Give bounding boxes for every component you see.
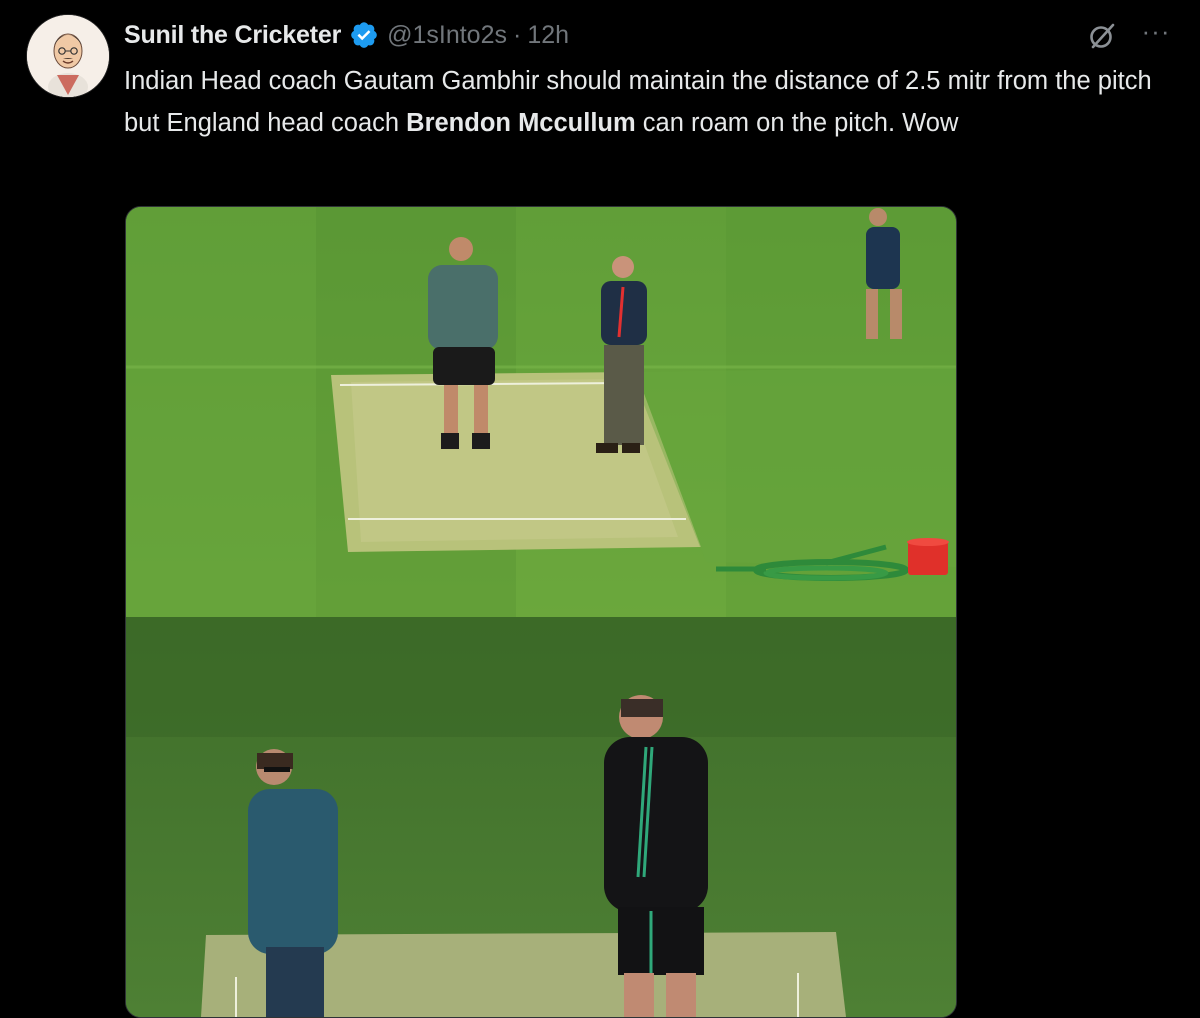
photo-bottom[interactable] (126, 617, 956, 1017)
timestamp[interactable]: 12h (527, 21, 569, 50)
tweet-header: Sunil the Cricketer @1sInto2s · 12h (124, 18, 569, 52)
more-options-icon[interactable]: ··· (1138, 18, 1174, 50)
photo-top[interactable] (126, 207, 956, 617)
avatar-caricature (27, 15, 109, 97)
verified-badge-icon (351, 22, 377, 48)
avatar[interactable] (26, 14, 110, 98)
tweet-text: Indian Head coach Gautam Gambhir should … (124, 60, 1164, 144)
separator-dot: · (513, 20, 522, 49)
grok-icon[interactable] (1086, 20, 1118, 52)
tweet-text-part2: can roam on the pitch. Wow (635, 109, 959, 137)
display-name[interactable]: Sunil the Cricketer (124, 21, 341, 50)
tweet[interactable]: Sunil the Cricketer @1sInto2s · 12h ··· … (0, 0, 1200, 1018)
tweet-text-bold[interactable]: Brendon Mccullum (406, 109, 636, 137)
user-handle[interactable]: @1sInto2s (387, 21, 507, 50)
tweet-media[interactable] (125, 206, 957, 1018)
